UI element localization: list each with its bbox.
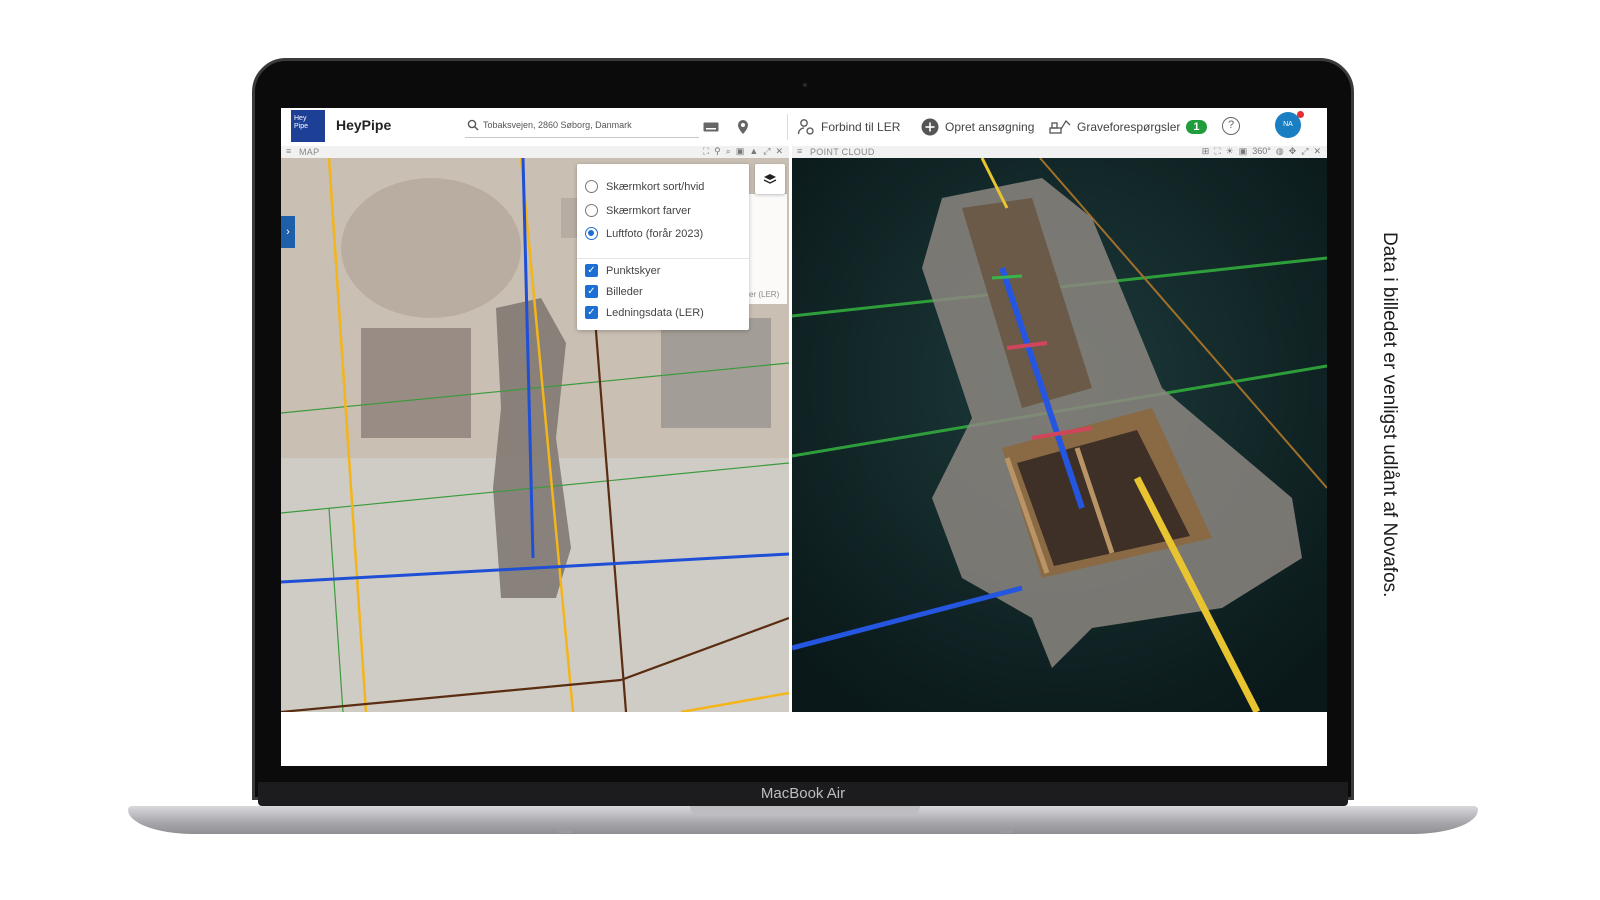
expand-icon[interactable]: ⤢ [763,146,770,157]
overlay-option-label: Punktskyer [606,264,661,277]
map-pane-header: ≡ MAP ⛶ ⚲ ⌕ ▣ ▲ ⤢ ✕ [281,146,789,158]
requests-count-badge: 1 [1186,120,1207,134]
connect-ler-button[interactable]: Forbind til LER [797,116,900,138]
layer-option-color[interactable]: Skærmkort farver [585,204,691,217]
north-arrow-icon[interactable]: ▲ [749,146,758,157]
close-icon[interactable]: ✕ [1313,146,1321,157]
close-icon[interactable]: ✕ [775,146,783,157]
hamburger-icon[interactable]: ≡ [286,146,291,156]
overlay-option-label: Ledningsdata (LER) [606,306,704,319]
tree-shadow [361,328,471,438]
device-brand-label: MacBook Air [760,785,846,802]
overlay-option-images[interactable]: ✓ Billeder [585,285,643,298]
laptop-notch [690,806,920,816]
app-name: HeyPipe [336,117,392,133]
expand-icon[interactable]: ⤢ [1301,146,1308,157]
camera-icon[interactable]: ▣ [736,146,745,157]
location-pin-icon[interactable] [733,117,753,137]
overlay-option-pointclouds[interactable]: ✓ Punktskyer [585,264,660,277]
help-icon[interactable]: ? [1222,117,1240,135]
layer-option-label: Skærmkort farver [606,204,691,217]
move-icon[interactable]: ✥ [1289,146,1297,157]
dig-requests-button[interactable]: Graveforespørgsler 1 [1049,116,1207,138]
overlay-option-ler[interactable]: ✓ Ledningsdata (LER) [585,306,704,319]
laptop-foot [558,830,572,833]
pointcloud-pane-title: POINT CLOUD [810,147,875,157]
plus-circle-icon [921,118,939,136]
layer-option-label: Skærmkort sort/hvid [606,180,705,193]
laptop-foot [1000,830,1014,833]
green-marker [991,274,1023,280]
notification-dot [1297,111,1304,118]
overlay-option-label: Billeder [606,285,643,298]
layer-panel: Skærmkort sort/hvid Skærmkort farver Luf… [577,164,749,330]
excavator-icon [1049,119,1071,134]
photo-credit-caption: Data i billedet er venligst udlånt af No… [1379,232,1400,598]
laptop-bezel-bottom: MacBook Air [258,782,1348,806]
pointcloud-view[interactable] [792,158,1327,712]
camera-icon[interactable]: ▣ [1239,146,1248,157]
layer-option-label: Luftfoto (forår 2023) [606,227,704,240]
app-logo[interactable]: Hey Pipe [291,110,325,142]
create-application-button[interactable]: Opret ansøgning [921,116,1034,138]
fit-icon[interactable]: ⛶ [703,146,709,157]
header-divider [787,114,788,140]
building-roof [661,318,771,428]
user-link-icon [797,119,814,135]
keyboard-icon[interactable] [701,117,721,137]
layers-icon [763,174,777,184]
sidebar-toggle-tab[interactable]: › [281,216,295,248]
checkbox-checked[interactable]: ✓ [585,285,598,298]
layer-option-bw[interactable]: Skærmkort sort/hvid [585,180,704,193]
light-icon[interactable]: ☀ [1226,146,1234,157]
connect-ler-label: Forbind til LER [821,120,901,134]
map-pane-title: MAP [299,147,320,157]
camera-dot [803,83,807,87]
zoom-icon[interactable]: ⌕ [726,146,731,157]
dig-requests-label: Graveforespørgsler [1077,120,1181,134]
globe-icon[interactable]: ◍ [1276,146,1284,157]
map-toolbar: ⛶ ⚲ ⌕ ▣ ▲ ⤢ ✕ [703,146,783,157]
radio-button[interactable] [585,204,598,217]
radio-button[interactable] [585,180,598,193]
pointcloud-render [792,158,1327,712]
map-view[interactable]: › er (LER) Skærmkort sort/hvid Skærmkort… [281,158,789,712]
checkbox-checked[interactable]: ✓ [585,264,598,277]
layer-option-aerial[interactable]: Luftfoto (forår 2023) [585,227,703,240]
address-search [465,114,699,138]
divider [577,258,749,259]
radio-button-selected[interactable] [585,227,598,240]
layers-toggle-button[interactable] [755,164,785,194]
laptop-screen: Hey Pipe HeyPipe Forbind til LER Opret a… [281,108,1327,766]
pointcloud-toolbar: ⊞ ⛶ ☀ ▣ 360° ◍ ✥ ⤢ ✕ [1202,146,1321,157]
fit-icon[interactable]: ⛶ [1214,146,1220,157]
layer-panel-ghost: er (LER) [749,194,787,304]
create-application-label: Opret ansøgning [945,120,1035,134]
search-icon [467,119,479,131]
hamburger-icon[interactable]: ≡ [797,146,802,156]
pin-icon[interactable]: ⚲ [714,146,721,157]
checkbox-checked[interactable]: ✓ [585,306,598,319]
pointcloud-pane-header: ≡ POINT CLOUD ⊞ ⛶ ☀ ▣ 360° ◍ ✥ ⤢ ✕ [792,146,1327,158]
search-input[interactable] [483,117,693,133]
view-360-button[interactable]: 360° [1252,146,1271,157]
tree-canopy [341,178,521,318]
measure-icon[interactable]: ⊞ [1202,146,1210,157]
app-header: Hey Pipe HeyPipe Forbind til LER Opret a… [281,108,1327,146]
